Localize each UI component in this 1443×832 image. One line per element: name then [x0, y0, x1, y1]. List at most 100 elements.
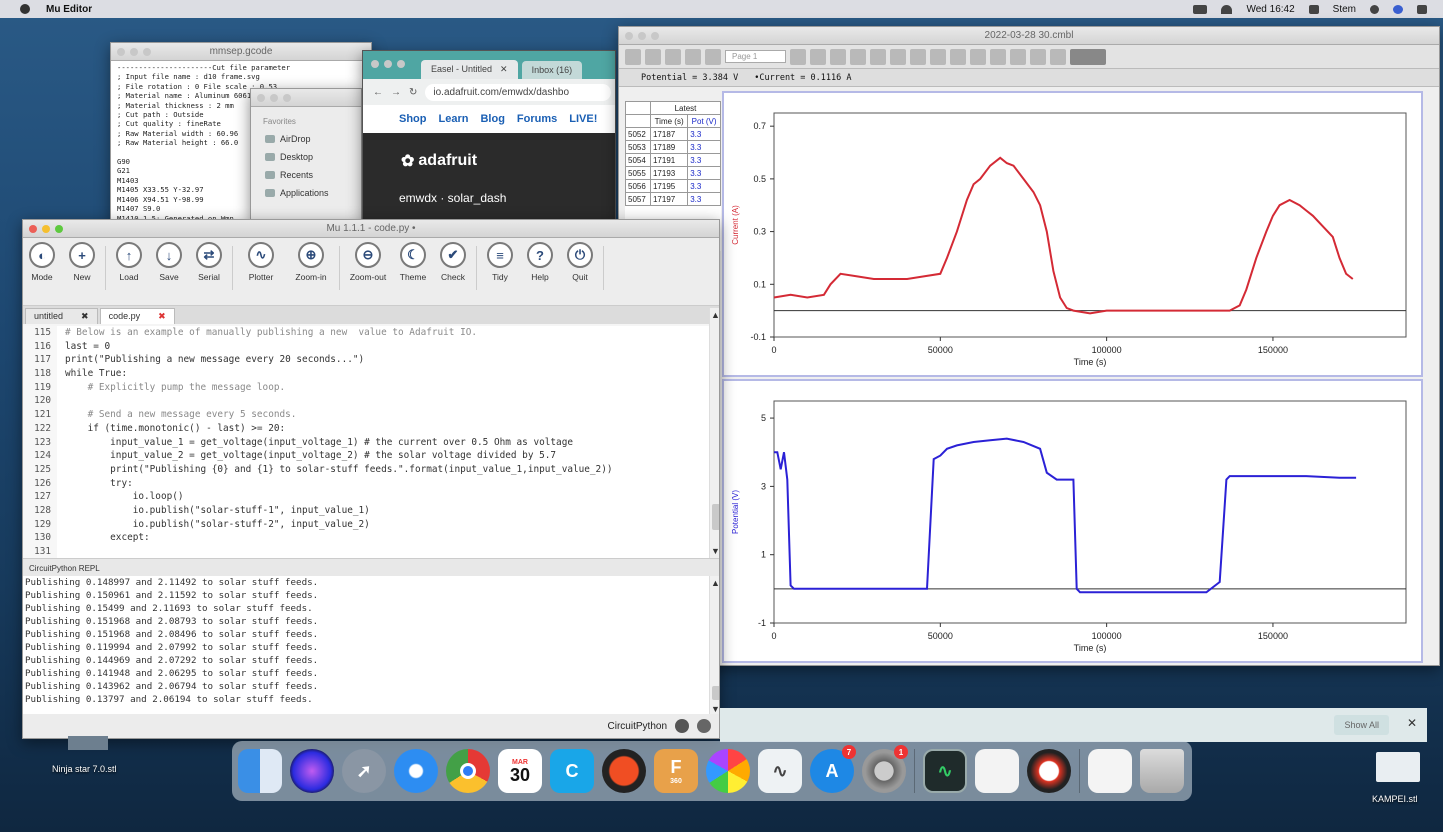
- close-window-button[interactable]: [29, 225, 37, 233]
- load-button[interactable]: ↑ Load: [112, 242, 146, 282]
- page-select[interactable]: Page 1: [725, 50, 787, 63]
- calculator-icon[interactable]: [830, 48, 847, 65]
- finder-item-applications[interactable]: Applications: [251, 184, 361, 202]
- repl-output[interactable]: Publishing 0.148997 and 2.11492 to solar…: [23, 576, 711, 716]
- tab-easel[interactable]: Easel - Untitled ✕: [421, 60, 518, 79]
- file-thumbnail-icon[interactable]: [68, 736, 108, 750]
- zero-icon[interactable]: [1050, 48, 1067, 65]
- zoom-in-button[interactable]: ⊕ Zoom-in: [289, 242, 333, 282]
- scroll-up-icon[interactable]: ▲: [711, 578, 719, 588]
- code-line[interactable]: 118 while True:: [23, 367, 711, 381]
- desktop-file-kampei[interactable]: KAMPEI.stl: [1372, 794, 1418, 804]
- nav-learn[interactable]: Learn: [439, 113, 469, 125]
- finder-app-icon[interactable]: [238, 749, 282, 793]
- back-arrow-icon[interactable]: ←: [373, 87, 383, 98]
- menu-user[interactable]: Stem: [1333, 4, 1356, 15]
- finder-item-recents[interactable]: Recents: [251, 166, 361, 184]
- code-line[interactable]: 126 try:: [23, 476, 711, 491]
- system-preferences-icon[interactable]: 1: [862, 745, 908, 793]
- stop-collect-icon[interactable]: [1070, 48, 1107, 65]
- forward-page-icon[interactable]: [790, 48, 807, 65]
- forward-arrow-icon[interactable]: →: [391, 87, 401, 98]
- save-button[interactable]: ↓ Save: [152, 242, 186, 282]
- linear-fit-icon[interactable]: [970, 48, 987, 65]
- tab-inbox[interactable]: Inbox (16): [521, 61, 583, 79]
- code-line[interactable]: 123 input_value_1 = get_voltage(input_vo…: [23, 435, 711, 450]
- plotter-button[interactable]: ∿ Plotter: [239, 242, 283, 282]
- url-field[interactable]: io.adafruit.com/emwdx/dashbo: [425, 83, 611, 101]
- repl-scroll-thumb[interactable]: [712, 686, 719, 700]
- code-line[interactable]: 130 except:: [23, 531, 711, 545]
- help-button[interactable]: ? Help: [523, 242, 557, 282]
- zoom-window-button[interactable]: [55, 225, 63, 233]
- show-all-button[interactable]: Show All: [1334, 715, 1389, 735]
- menu-clock[interactable]: Wed 16:42: [1246, 4, 1294, 15]
- siri-icon[interactable]: [1393, 4, 1403, 14]
- zoom-out-button[interactable]: ⊖ Zoom-out: [346, 242, 390, 282]
- editor-scrollbar[interactable]: ▲ ▼: [709, 308, 719, 558]
- code-line[interactable]: 124 input_value_2 = get_voltage(input_vo…: [23, 449, 711, 463]
- quit-button[interactable]: ⏻ Quit: [563, 242, 597, 282]
- back-page-icon[interactable]: [705, 48, 721, 65]
- tab-code-py[interactable]: code.py ✖: [99, 308, 175, 324]
- editor-scroll-thumb[interactable]: [712, 504, 719, 530]
- print-icon[interactable]: [685, 48, 701, 65]
- table-row[interactable]: 5055 17193 3.3: [625, 166, 721, 180]
- mode-label[interactable]: CircuitPython: [608, 721, 667, 732]
- nav-blog[interactable]: Blog: [480, 113, 504, 125]
- nav-shop[interactable]: Shop: [399, 113, 427, 125]
- code-line[interactable]: 125 print("Publishing {0} and {1} to sol…: [23, 462, 711, 477]
- mode-button[interactable]: ◐ Mode: [25, 242, 59, 282]
- code-line[interactable]: 117 print("Publishing a new message every…: [23, 353, 711, 368]
- grapher-icon[interactable]: ∿: [758, 749, 802, 793]
- tab-close-icon[interactable]: ✖: [81, 311, 89, 322]
- reload-icon[interactable]: ↻: [409, 87, 417, 98]
- wifi-icon[interactable]: [1221, 4, 1233, 14]
- zoom-out-icon[interactable]: [870, 48, 887, 65]
- code-line[interactable]: 129 io.publish("solar-stuff-2", input_va…: [23, 517, 711, 532]
- nav-live[interactable]: LIVE!: [569, 113, 597, 125]
- text-document-icon[interactable]: [975, 749, 1019, 793]
- menu-app-name[interactable]: Mu Editor: [46, 4, 92, 15]
- file-thumbnail-icon[interactable]: [1376, 752, 1420, 782]
- gear-icon[interactable]: [697, 719, 711, 733]
- chrome-icon[interactable]: [446, 749, 490, 793]
- examine-icon[interactable]: [890, 48, 907, 65]
- code-line[interactable]: 115 # Below is an example of manually pub…: [23, 326, 711, 340]
- code-line[interactable]: 120: [23, 394, 711, 409]
- table-icon[interactable]: [810, 48, 827, 65]
- table-row[interactable]: 5053 17189 3.3: [625, 140, 721, 154]
- input-source-icon[interactable]: [1308, 4, 1319, 14]
- fusion360-icon[interactable]: F 360: [654, 749, 698, 793]
- new-button[interactable]: + New: [65, 242, 99, 282]
- open-folder-icon[interactable]: [645, 48, 661, 65]
- code-line[interactable]: 122 if (time.monotonic() - last) >= 20:: [23, 421, 711, 436]
- table-row[interactable]: 5054 17191 3.3: [625, 153, 721, 167]
- tangent-icon[interactable]: [910, 48, 927, 65]
- save-icon[interactable]: [665, 48, 681, 65]
- safari-compass-icon[interactable]: [394, 749, 438, 793]
- dashboard-breadcrumb[interactable]: emwdx · solar_dash: [399, 191, 506, 205]
- code-line[interactable]: 116 last = 0: [23, 339, 711, 354]
- tab-close-icon[interactable]: ✖: [158, 311, 166, 322]
- tidy-button[interactable]: ≡ Tidy: [483, 242, 517, 282]
- onshape-icon[interactable]: [602, 749, 646, 793]
- photos-icon[interactable]: [706, 749, 750, 793]
- table-row[interactable]: 5052 17187 3.3: [625, 127, 721, 141]
- stats-icon[interactable]: [950, 48, 967, 65]
- tab-close-icon[interactable]: ✕: [500, 64, 508, 75]
- siri-app-icon[interactable]: [290, 749, 334, 793]
- code-editor[interactable]: 115 # Below is an example of manually pub…: [23, 326, 711, 558]
- scroll-down-icon[interactable]: ▼: [711, 704, 719, 714]
- notification-center-icon[interactable]: [1417, 4, 1427, 14]
- finder-item-airdrop[interactable]: AirDrop: [251, 130, 361, 148]
- loggerpro-icon[interactable]: [1027, 749, 1071, 793]
- curve-fit-icon[interactable]: [990, 48, 1007, 65]
- current-chart[interactable]: -0.1 0.1 0.3 0.5 0.7 0 50000 100000 150000 Time (…: [722, 91, 1423, 377]
- close-notification-icon[interactable]: ✕: [1407, 716, 1417, 730]
- data-collection-icon[interactable]: [1030, 48, 1047, 65]
- scroll-up-icon[interactable]: ▲: [711, 310, 719, 320]
- trash-icon[interactable]: [1140, 749, 1184, 793]
- zoom-in-icon[interactable]: [850, 48, 867, 65]
- serial-button[interactable]: ⇄ Serial: [192, 242, 226, 282]
